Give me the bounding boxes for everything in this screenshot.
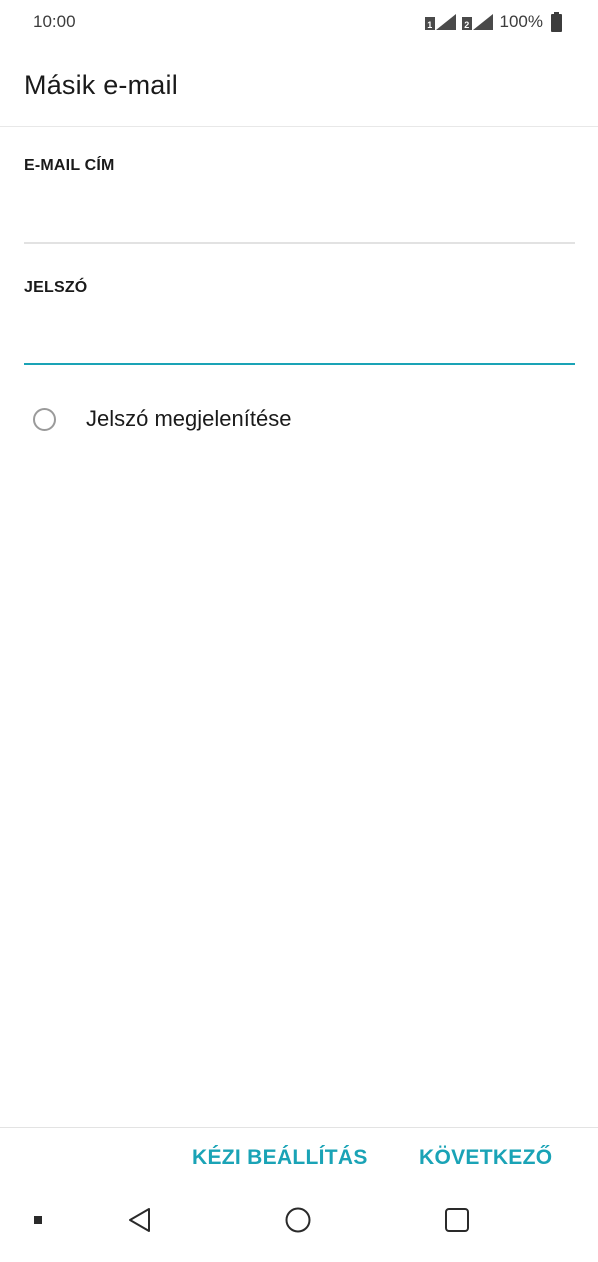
home-icon[interactable] — [278, 1200, 318, 1240]
notification-dot-icon[interactable] — [18, 1200, 58, 1240]
action-bar: KÉZI BEÁLLÍTÁS KÖVETKEZŐ — [0, 1127, 598, 1190]
show-password-label: Jelszó megjelenítése — [86, 406, 292, 431]
status-bar: 10:00 1 2 100% — [0, 0, 598, 46]
battery-icon — [551, 12, 562, 32]
back-icon[interactable] — [120, 1200, 160, 1240]
sim2-signal-icon: 2 — [461, 14, 493, 30]
sim1-signal-icon: 1 — [424, 14, 456, 30]
email-field[interactable] — [24, 202, 575, 244]
app-bar: Másik e-mail — [0, 46, 598, 127]
svg-text:2: 2 — [464, 20, 469, 30]
status-icons: 1 2 100% — [424, 10, 562, 34]
radio-circle-icon[interactable] — [33, 407, 56, 431]
password-label: JELSZÓ — [24, 279, 88, 296]
recent-apps-icon[interactable] — [437, 1200, 477, 1240]
battery-level: 100% — [499, 12, 543, 31]
password-field[interactable] — [24, 323, 575, 365]
svg-text:1: 1 — [427, 20, 432, 30]
page-title: Másik e-mail — [24, 70, 178, 100]
next-button[interactable]: KÖVETKEZŐ — [419, 1146, 552, 1170]
status-time: 10:00 — [33, 12, 76, 31]
manual-setup-button[interactable]: KÉZI BEÁLLÍTÁS — [192, 1146, 368, 1170]
show-password-checkbox[interactable]: Jelszó megjelenítése — [33, 404, 291, 434]
email-label: E-MAIL CÍM — [24, 157, 115, 174]
navigation-bar — [0, 1190, 598, 1262]
